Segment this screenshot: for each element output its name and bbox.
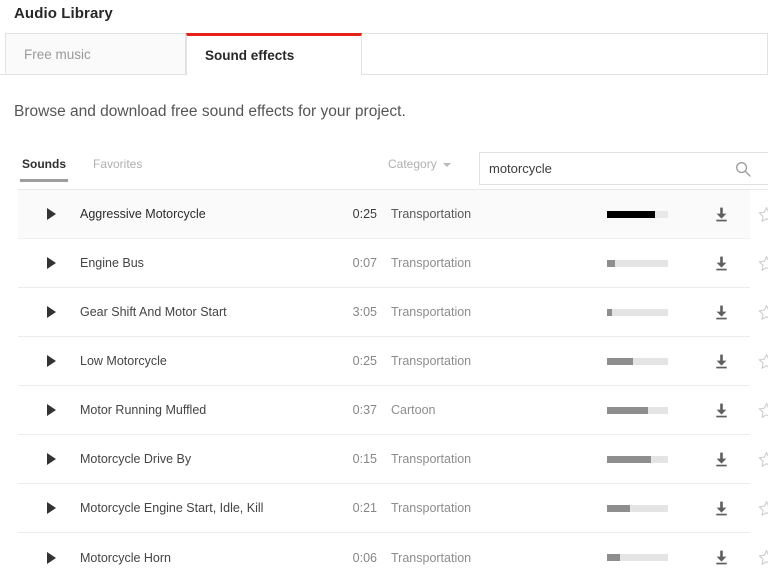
tab-free-music[interactable]: Free music	[5, 33, 186, 75]
track-duration: 3:05	[315, 305, 377, 319]
track-category: Transportation	[391, 305, 471, 319]
track-duration: 0:25	[315, 354, 377, 368]
popularity-bar	[607, 456, 668, 463]
track-title: Motor Running Muffled	[80, 403, 206, 417]
page-title: Audio Library	[14, 5, 113, 22]
popularity-bar	[607, 505, 668, 512]
tab-free-music-label: Free music	[24, 47, 91, 62]
favorite-star-icon[interactable]	[756, 351, 768, 371]
play-icon[interactable]	[44, 255, 58, 271]
play-icon[interactable]	[44, 206, 58, 222]
popularity-bar	[607, 358, 668, 365]
subtab-favorites[interactable]: Favorites	[93, 157, 142, 171]
track-category: Transportation	[391, 452, 471, 466]
track-title: Gear Shift And Motor Start	[80, 305, 227, 319]
tabbar-divider	[0, 74, 768, 75]
search-icon[interactable]	[735, 161, 751, 177]
subtab-sounds[interactable]: Sounds	[22, 157, 66, 171]
table-row[interactable]: Aggressive Motorcycle 0:25 Transportatio…	[18, 190, 750, 239]
favorite-star-icon[interactable]	[756, 548, 768, 568]
track-title: Engine Bus	[80, 256, 144, 270]
popularity-bar-fill	[607, 554, 620, 561]
favorite-star-icon[interactable]	[756, 204, 768, 224]
download-icon[interactable]	[711, 351, 731, 371]
download-icon[interactable]	[711, 548, 731, 568]
track-title: Motorcycle Horn	[80, 551, 171, 565]
favorite-star-icon[interactable]	[756, 302, 768, 322]
favorite-star-icon[interactable]	[756, 253, 768, 273]
search-box[interactable]	[479, 152, 768, 185]
audio-library-page: Audio Library Free music Sound effects B…	[0, 0, 768, 575]
track-category: Transportation	[391, 256, 471, 270]
popularity-bar	[607, 554, 668, 561]
track-title: Aggressive Motorcycle	[80, 207, 206, 221]
play-icon[interactable]	[44, 451, 58, 467]
category-filter-label: Category	[388, 157, 437, 171]
track-category: Transportation	[391, 207, 471, 221]
subtab-favorites-label: Favorites	[93, 157, 142, 171]
main-tabbar: Free music Sound effects	[0, 33, 768, 75]
tab-sound-effects[interactable]: Sound effects	[186, 33, 362, 75]
table-row[interactable]: Motorcycle Engine Start, Idle, Kill 0:21…	[18, 484, 750, 533]
popularity-bar-fill	[607, 407, 648, 414]
play-icon[interactable]	[44, 304, 58, 320]
track-category: Transportation	[391, 501, 471, 515]
popularity-bar	[607, 309, 668, 316]
favorite-star-icon[interactable]	[756, 498, 768, 518]
track-title: Motorcycle Engine Start, Idle, Kill	[80, 501, 263, 515]
favorite-star-icon[interactable]	[756, 449, 768, 469]
table-row[interactable]: Low Motorcycle 0:25 Transportation	[18, 337, 750, 386]
download-icon[interactable]	[711, 400, 731, 420]
table-row[interactable]: Motorcycle Horn 0:06 Transportation	[18, 533, 750, 575]
track-title: Low Motorcycle	[80, 354, 167, 368]
tab-sound-effects-label: Sound effects	[205, 48, 294, 63]
search-input[interactable]	[480, 153, 720, 184]
download-icon[interactable]	[711, 449, 731, 469]
track-duration: 0:37	[315, 403, 377, 417]
download-icon[interactable]	[711, 253, 731, 273]
download-icon[interactable]	[711, 498, 731, 518]
track-duration: 0:21	[315, 501, 377, 515]
popularity-bar-fill	[607, 211, 655, 218]
table-row[interactable]: Motorcycle Drive By 0:15 Transportation	[18, 435, 750, 484]
subtab-sounds-label: Sounds	[22, 157, 66, 171]
popularity-bar-fill	[607, 456, 651, 463]
track-category: Transportation	[391, 354, 471, 368]
page-subtitle: Browse and download free sound effects f…	[14, 103, 406, 121]
track-title: Motorcycle Drive By	[80, 452, 191, 466]
category-filter-dropdown[interactable]: Category	[388, 157, 451, 171]
popularity-bar-fill	[607, 358, 633, 365]
popularity-bar	[607, 407, 668, 414]
play-icon[interactable]	[44, 402, 58, 418]
popularity-bar-fill	[607, 309, 612, 316]
chevron-down-icon	[443, 163, 451, 167]
subtab-active-underline	[20, 179, 68, 182]
track-category: Cartoon	[391, 403, 435, 417]
download-icon[interactable]	[711, 204, 731, 224]
track-duration: 0:15	[315, 452, 377, 466]
play-icon[interactable]	[44, 353, 58, 369]
track-duration: 0:06	[315, 551, 377, 565]
table-row[interactable]: Engine Bus 0:07 Transportation	[18, 239, 750, 288]
table-row[interactable]: Gear Shift And Motor Start 3:05 Transpor…	[18, 288, 750, 337]
track-duration: 0:25	[315, 207, 377, 221]
sound-effects-list: Aggressive Motorcycle 0:25 Transportatio…	[0, 190, 768, 575]
play-icon[interactable]	[44, 500, 58, 516]
table-row[interactable]: Motor Running Muffled 0:37 Cartoon	[18, 386, 750, 435]
favorite-star-icon[interactable]	[756, 400, 768, 420]
track-duration: 0:07	[315, 256, 377, 270]
download-icon[interactable]	[711, 302, 731, 322]
track-category: Transportation	[391, 551, 471, 565]
popularity-bar	[607, 211, 668, 218]
tabbar-filler	[362, 33, 768, 75]
play-icon[interactable]	[44, 550, 58, 566]
popularity-bar-fill	[607, 505, 630, 512]
popularity-bar	[607, 260, 668, 267]
popularity-bar-fill	[607, 260, 615, 267]
